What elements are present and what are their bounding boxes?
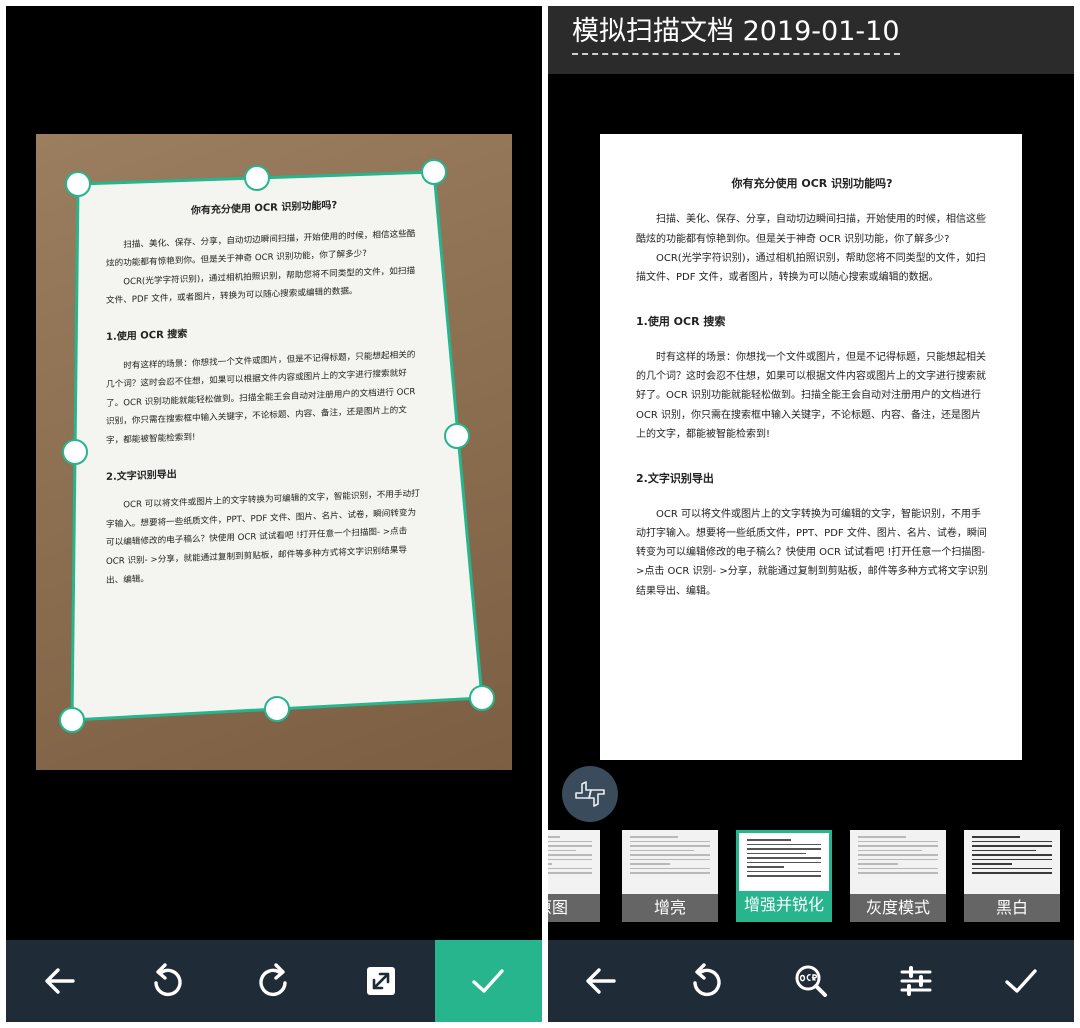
arrow-left-icon [585,968,616,994]
arrow-left-icon [44,968,75,994]
gesture-button[interactable] [562,766,618,822]
confirm-crop-button[interactable] [434,940,542,1022]
doc-section-1-heading: 1.使用 OCR 搜索 [636,315,726,329]
filter-label: 黑白 [964,894,1060,922]
crop-handle-right-middle[interactable] [444,423,470,449]
confirm-button[interactable] [969,940,1074,1022]
doc-section-1-body: 时有这样的场景：你想找一个文件或图片，但是不记得标题，只能想起相关的几个词？这时… [636,351,986,440]
doc-intro-2: OCR(光学字符识别)，通过相机拍照识别，帮助您将不同类型的文件，如扫描文件、P… [636,252,986,284]
ocr-button[interactable] [758,940,863,1022]
doc-title: 你有充分使用 OCR 识别功能吗? [731,177,893,190]
filter-label: 灰度模式 [850,894,946,922]
filter-label: 原图 [548,894,600,922]
thumb-preview [972,836,1052,877]
crop-handle-top-right[interactable] [421,159,447,185]
rotate-counterclockwise-icon [693,963,721,997]
sliders-icon [900,966,932,996]
rotate-left-button[interactable] [113,940,220,1022]
crop-handle-top-middle[interactable] [244,165,270,191]
doc-intro-1: 扫描、美化、保存、分享，自动切边瞬间扫描，开始使用的时候，相信这些酷炫的功能都有… [636,214,986,245]
filter-thumb-original[interactable]: 原图 [548,830,600,922]
title-bar: 模拟扫描文档 2019-01-10 [548,6,1074,74]
checkmark-icon [472,969,505,993]
filter-label: 增亮 [622,894,718,922]
preview-document-text: 你有充分使用 OCR 识别功能吗? 扫描、美化、保存、分享，自动切边瞬间扫描，开… [636,174,988,601]
back-button[interactable] [6,940,113,1022]
adjust-button[interactable] [864,940,969,1022]
crop-handle-bottom-middle[interactable] [264,696,290,722]
rotate-button[interactable] [653,940,758,1022]
rotate-right-button[interactable] [220,940,327,1022]
filter-thumb-black-white[interactable]: 黑白 [964,830,1060,922]
filter-strip: 原图 增亮 增强并锐化 灰度模式 黑白 [548,826,1074,926]
filter-thumb-grayscale[interactable]: 灰度模式 [850,830,946,922]
rotate-clockwise-icon [259,963,287,997]
filter-thumb-enhance-sharpen[interactable]: 增强并锐化 [736,830,832,922]
crop-handle-top-left[interactable] [65,171,91,197]
checkmark-icon [1005,969,1038,993]
filter-screen: 模拟扫描文档 2019-01-10 你有充分使用 OCR 识别功能吗? 扫描、美… [548,6,1074,1022]
doc-section-2-heading: 2.文字识别导出 [636,472,714,486]
doc-section-2-body: OCR 可以将文件或图片上的文字转换为可编辑的文字，智能识别，不用手动打字输入。… [636,508,988,597]
document-title[interactable]: 模拟扫描文档 2019-01-10 [572,14,900,55]
crop-toolbar [6,940,542,1022]
crop-handle-left-middle[interactable] [62,439,88,465]
thumb-preview [548,836,592,877]
thumbs-gesture-icon [575,781,605,807]
expand-button[interactable] [328,940,435,1022]
crop-screen: 你有充分使用 OCR 识别功能吗? 扫描、美化、保存、分享，自动切边瞬间扫描，开… [6,6,542,1022]
filter-toolbar [548,940,1074,1022]
thumb-preview [747,839,821,880]
crop-handles [59,159,495,733]
rotate-counterclockwise-icon [154,963,182,997]
filter-label: 增强并锐化 [739,891,829,919]
page-preview: 你有充分使用 OCR 识别功能吗? 扫描、美化、保存、分享，自动切边瞬间扫描，开… [600,134,1022,760]
crop-handle-bottom-right[interactable] [469,685,495,711]
filter-thumb-brighten[interactable]: 增亮 [622,830,718,922]
expand-arrows-icon [367,967,396,995]
back-button[interactable] [548,940,653,1022]
thumb-preview [858,836,938,877]
crop-handle-bottom-left[interactable] [59,707,85,733]
thumb-preview [630,836,710,877]
ocr-magnifier-icon [795,965,827,997]
